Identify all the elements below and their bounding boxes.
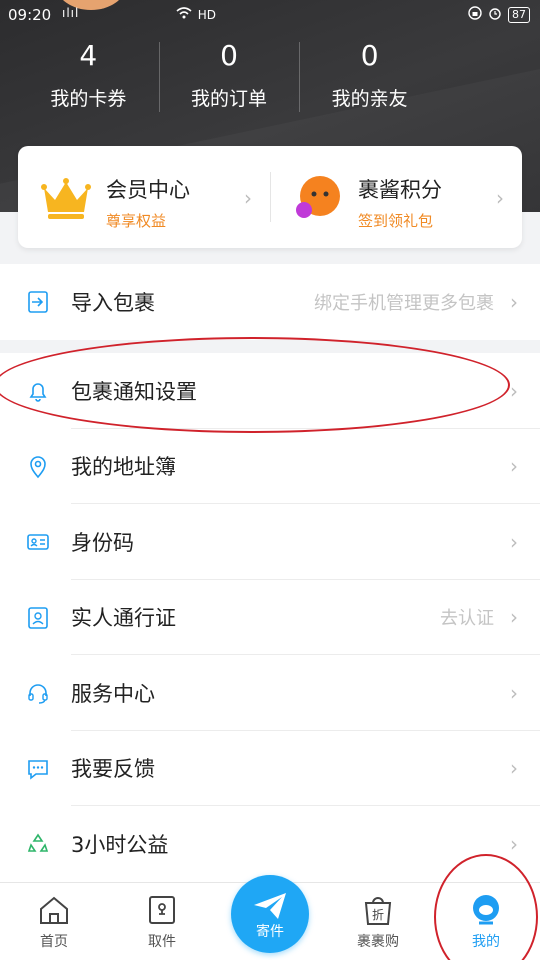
lock-rotation-icon (468, 6, 482, 23)
menu-item-id-code[interactable]: 身份码 › (0, 504, 540, 580)
status-bar: 09:20 ılıl HD 87 (0, 0, 540, 30)
crown-icon (41, 178, 91, 219)
tab-home[interactable]: 首页 (0, 883, 108, 960)
chevron-right-icon: › (510, 378, 518, 403)
headset-icon (28, 684, 48, 704)
network-type: HD (197, 7, 216, 22)
menu-item-real-person-pass[interactable]: 实人通行证 去认证 › (0, 580, 540, 655)
tab-label: 裹裹购 (357, 934, 399, 950)
alarm-icon (488, 6, 502, 23)
chevron-right-icon: › (510, 289, 518, 314)
person-badge-icon (28, 606, 48, 629)
chevron-right-icon: › (510, 454, 518, 479)
stat-label: 我的卡券 (50, 88, 127, 110)
points-entry[interactable]: 裹酱积分 签到领礼包 › (270, 146, 522, 248)
bottom-tab-bar: 首页 取件 寄件 折 裹裹购 我的 (0, 875, 540, 960)
member-center-entry[interactable]: 会员中心 尊享权益 › (18, 146, 270, 248)
menu-item-feedback[interactable]: 我要反馈 › (0, 731, 540, 806)
chevron-right-icon: › (510, 680, 518, 705)
recycle-leaf-icon (27, 833, 49, 852)
tab-label: 取件 (148, 934, 176, 950)
import-packages-row[interactable]: 导入包裹 绑定手机管理更多包裹 › (0, 264, 540, 340)
stats-row: 4 我的卡券 0 我的订单 0 我的亲友 (0, 36, 540, 116)
tab-label: 寄件 (256, 924, 284, 940)
tab-mine[interactable]: 我的 (432, 883, 540, 960)
stat-label: 我的亲友 (331, 88, 408, 110)
tab-send[interactable]: 寄件 (216, 875, 324, 960)
id-card-icon (27, 534, 49, 550)
status-right-icons: HD 87 (176, 6, 530, 23)
stat-orders[interactable]: 0 我的订单 (158, 36, 300, 116)
chevron-right-icon: › (496, 186, 504, 210)
battery-indicator: 87 (508, 6, 530, 23)
home-icon (40, 896, 68, 924)
row-label: 服务中心 (71, 681, 155, 706)
tab-shop[interactable]: 折 裹裹购 (324, 883, 432, 960)
chevron-right-icon: › (510, 605, 518, 630)
bell-icon (29, 383, 47, 402)
membership-card: 会员中心 尊享权益 › 裹酱积分 签到领礼包 › (18, 146, 522, 248)
points-title: 裹酱积分 (358, 178, 442, 202)
menu-item-service-center[interactable]: 服务中心 › (0, 655, 540, 731)
location-pin-icon (30, 455, 46, 478)
import-section: 导入包裹 绑定手机管理更多包裹 › (0, 264, 540, 340)
member-center-subtitle: 尊享权益 (106, 212, 167, 230)
import-icon (28, 291, 48, 313)
shopping-bag-icon: 折 (364, 897, 392, 925)
row-label: 包裹通知设置 (71, 379, 197, 404)
stat-label: 我的订单 (191, 88, 268, 110)
profile-icon (473, 895, 499, 925)
stat-family[interactable]: 0 我的亲友 (299, 36, 440, 116)
locker-icon (149, 896, 175, 924)
row-label: 身份码 (71, 530, 134, 555)
chat-bubble-icon (28, 759, 48, 780)
menu-item-address-book[interactable]: 我的地址簿 › (0, 429, 540, 504)
chevron-right-icon: › (244, 186, 252, 210)
row-label: 我的地址簿 (71, 455, 176, 480)
chevron-right-icon: › (510, 529, 518, 554)
signal-icon: ılıl (62, 6, 80, 20)
settings-menu: 包裹通知设置 › 我的地址簿 › 身份码 › 实人通行证 去认证 › 服务中心 … (0, 353, 540, 882)
tab-label: 首页 (40, 934, 68, 950)
svg-text:折: 折 (372, 907, 384, 922)
stat-value: 4 (79, 39, 98, 72)
chevron-right-icon: › (510, 831, 518, 856)
tab-pickup[interactable]: 取件 (108, 883, 216, 960)
mascot-icon (296, 176, 340, 218)
status-time: 09:20 (8, 6, 52, 24)
member-center-title: 会员中心 (106, 178, 190, 202)
chevron-right-icon: › (510, 756, 518, 781)
menu-item-notification-settings[interactable]: 包裹通知设置 › (0, 353, 540, 429)
wifi-icon (176, 7, 192, 22)
row-label: 我要反馈 (71, 757, 155, 782)
row-hint: 去认证 (440, 608, 494, 630)
row-label: 实人通行证 (71, 606, 176, 631)
stat-value: 0 (360, 39, 379, 72)
menu-item-charity[interactable]: 3小时公益 › (0, 806, 540, 882)
paper-plane-icon (254, 893, 286, 919)
row-label: 3小时公益 (71, 832, 169, 857)
row-hint: 绑定手机管理更多包裹 (314, 292, 494, 314)
stat-coupons[interactable]: 4 我的卡券 (18, 36, 159, 116)
stat-value: 0 (220, 39, 238, 72)
row-label: 导入包裹 (71, 290, 155, 315)
points-subtitle: 签到领礼包 (358, 212, 434, 230)
send-button[interactable]: 寄件 (231, 875, 309, 953)
tab-label: 我的 (472, 934, 500, 950)
